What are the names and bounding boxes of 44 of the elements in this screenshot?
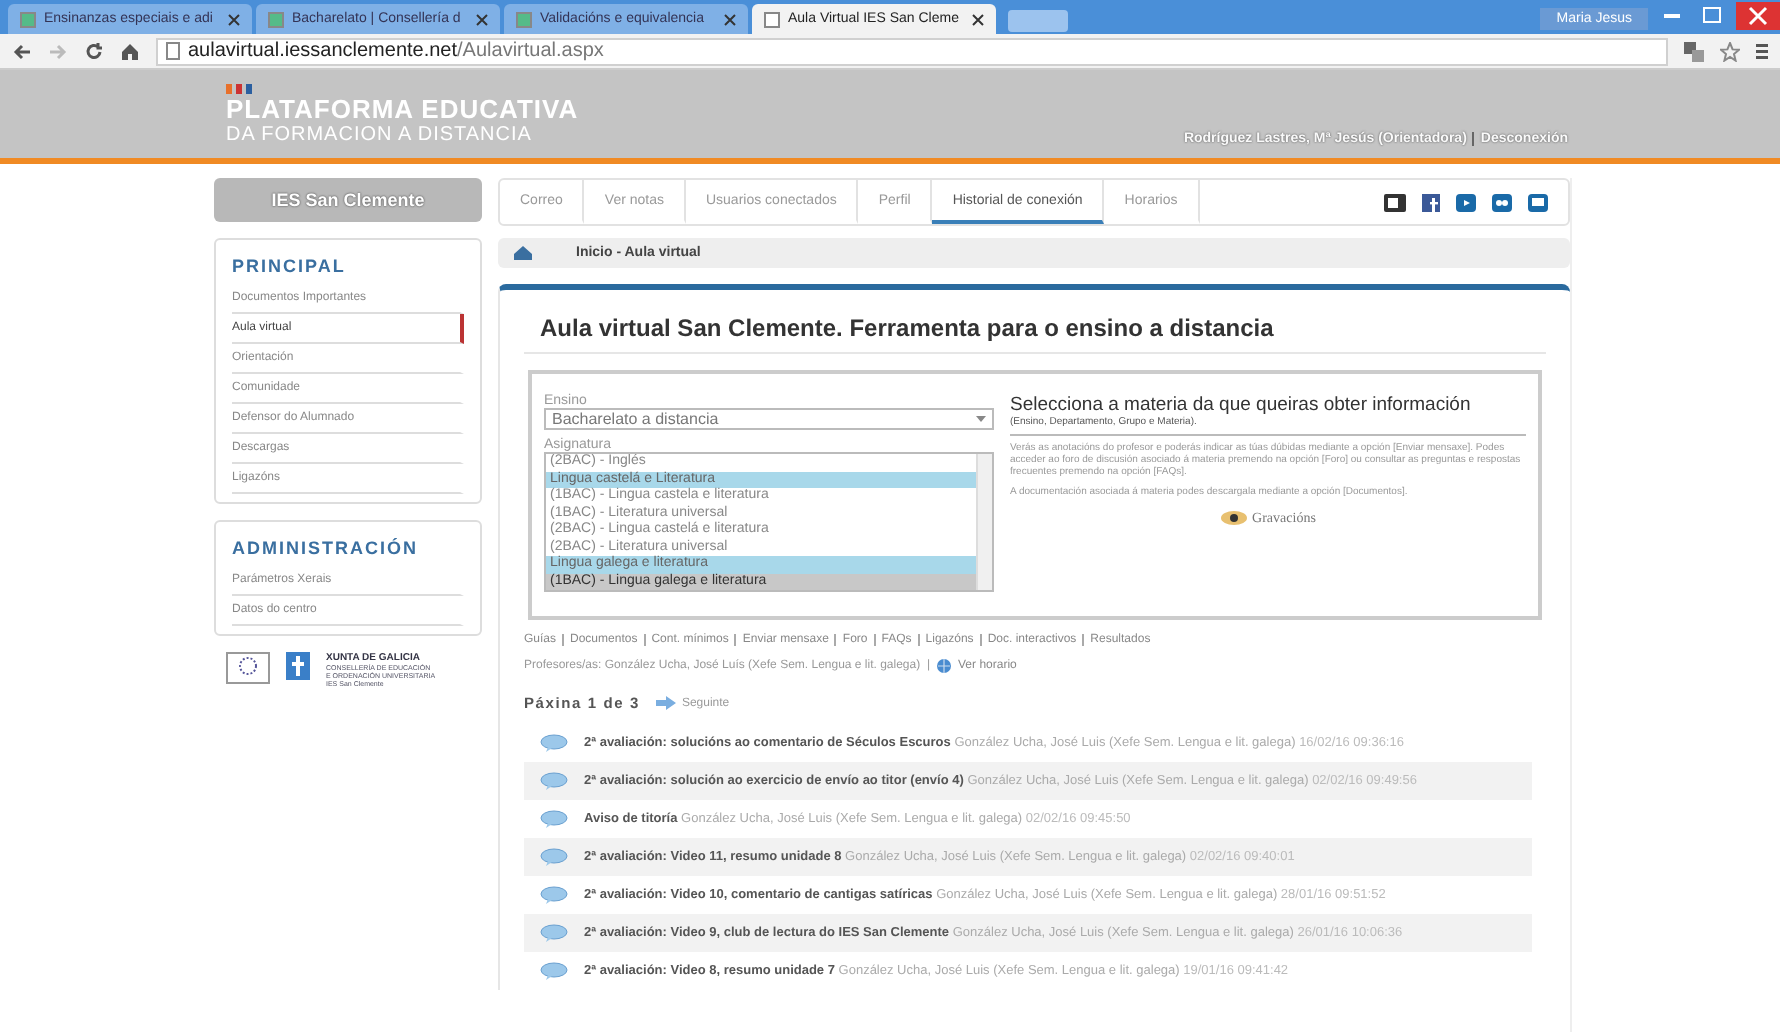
close-icon[interactable] [476, 13, 488, 25]
platform-subtitle: DA FORMACION A DISTANCIA [226, 124, 534, 146]
info-title: Selecciona a materia da que queiras obter información [1010, 394, 1473, 416]
sidebar-heading: PRINCIPAL [232, 254, 348, 280]
address-bar[interactable]: aulavirtual.iessanclemente.net/Aulavirtual.aspx [156, 37, 1668, 65]
page-title: Aula virtual San Clemente. Ferramenta para o ensino a distancia [524, 306, 1546, 354]
speech-bubble-icon [540, 962, 568, 980]
translate-icon[interactable] [1684, 41, 1704, 61]
school-name: IES San Clemente [214, 178, 482, 222]
subject-list[interactable] [544, 452, 994, 592]
sidebar-heading: ADMINISTRACIÓN [232, 536, 420, 562]
close-icon[interactable] [724, 13, 736, 25]
close-icon[interactable] [972, 13, 984, 25]
chat-icon[interactable] [1528, 193, 1548, 211]
speech-bubble-icon [540, 810, 568, 828]
caret-icon [976, 416, 986, 422]
home-icon[interactable] [514, 246, 532, 260]
speech-bubble-icon [540, 924, 568, 942]
logo-bars-icon [226, 84, 254, 94]
speech-bubble-icon [540, 848, 568, 866]
arrow-right-icon [655, 696, 676, 710]
home-icon[interactable] [120, 41, 140, 61]
menu-icon[interactable] [1756, 42, 1768, 60]
flag-icon [226, 652, 270, 684]
page-icon [268, 11, 284, 27]
page-icon [516, 11, 532, 27]
reload-icon[interactable] [84, 41, 104, 61]
platform-title: PLATAFORMA EDUCATIVA [226, 94, 579, 124]
speech-bubble-icon [540, 734, 568, 752]
back-icon[interactable] [12, 41, 32, 61]
close-icon[interactable] [228, 13, 240, 25]
facebook-icon[interactable] [1422, 193, 1440, 211]
eye-icon [1220, 510, 1249, 526]
speech-bubble-icon [540, 886, 568, 904]
ensino-dropdown[interactable]: Bacharelato a distancia [544, 408, 994, 430]
window-controls-icon[interactable] [1660, 2, 1780, 30]
speech-bubble-icon [540, 772, 568, 790]
scrollbar[interactable] [976, 454, 992, 590]
page-icon [764, 11, 780, 27]
video-icon[interactable] [1384, 193, 1406, 211]
star-icon[interactable] [1720, 41, 1740, 61]
globe-icon [936, 658, 953, 674]
page-icon [166, 42, 180, 60]
page-icon [20, 11, 36, 27]
